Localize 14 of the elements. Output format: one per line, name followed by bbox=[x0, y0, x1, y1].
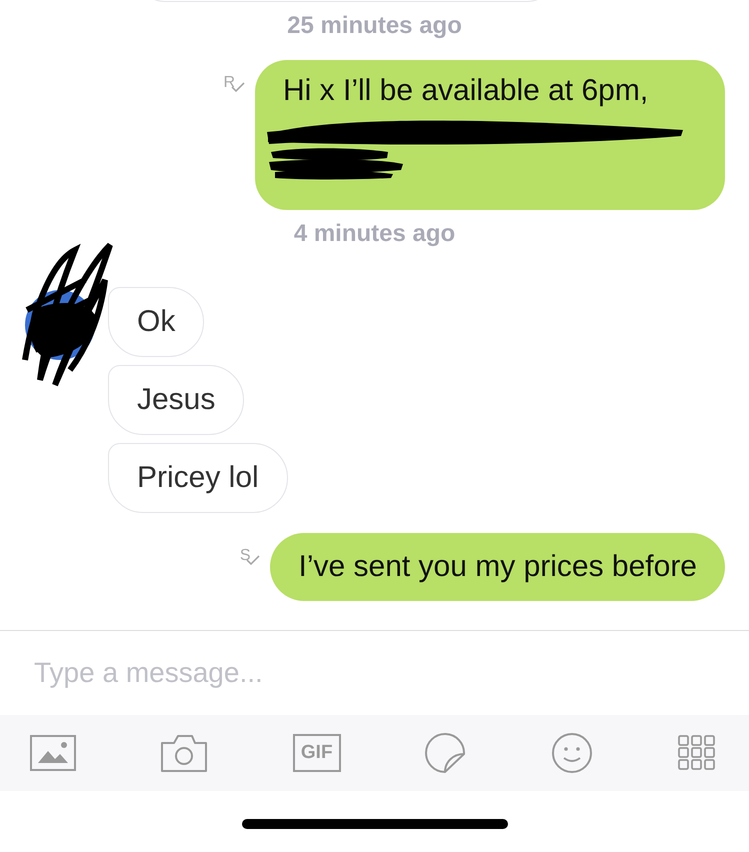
apps-grid-icon[interactable] bbox=[678, 735, 716, 771]
message-text: Hi x I’ll be available at 6pm, bbox=[283, 74, 650, 108]
message-text: I’ve sent you my prices before bbox=[298, 550, 697, 583]
emoji-icon[interactable] bbox=[551, 732, 594, 774]
message-text: Ok bbox=[137, 305, 176, 338]
camera-icon[interactable] bbox=[160, 733, 208, 773]
image-icon[interactable] bbox=[30, 735, 76, 771]
message-text: Pricey lol bbox=[137, 461, 259, 494]
gif-button[interactable]: GIF bbox=[292, 734, 341, 772]
sticker-icon[interactable] bbox=[425, 732, 468, 774]
timestamp: 25 minutes ago bbox=[287, 12, 462, 40]
message-text: Jesus bbox=[137, 383, 216, 416]
timestamp: 4 minutes ago bbox=[294, 220, 456, 248]
message-input[interactable]: Type a message... bbox=[34, 657, 684, 689]
